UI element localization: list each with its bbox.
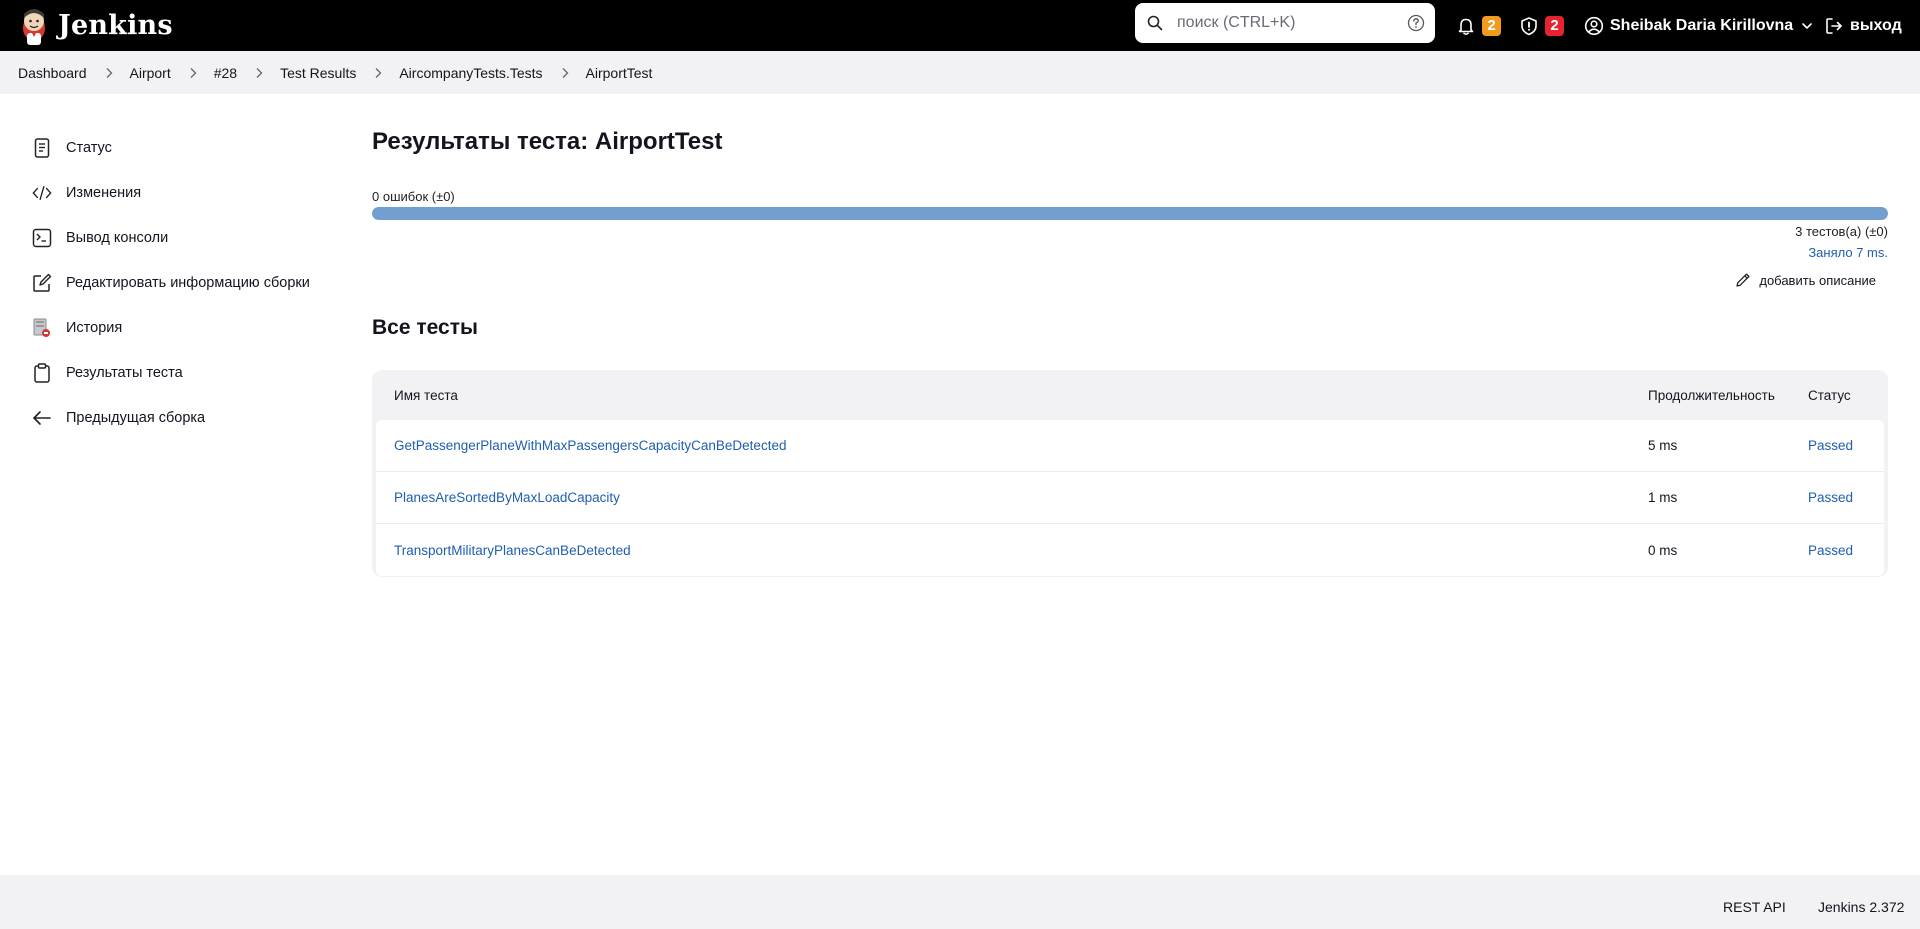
bell-icon xyxy=(1458,18,1474,35)
add-description-button[interactable]: добавить описание xyxy=(1735,272,1876,288)
test-name-link[interactable]: TransportMilitaryPlanesCanBeDetected xyxy=(394,543,631,558)
breadcrumb-dashboard[interactable]: Dashboard xyxy=(18,65,87,81)
notifications-badge: 2 xyxy=(1482,15,1501,36)
test-duration: 0 ms xyxy=(1648,542,1678,558)
chevron-right-icon xyxy=(375,67,382,78)
sidebar-item-label: Предыдущая сборка xyxy=(66,409,206,426)
chevron-right-icon xyxy=(256,67,263,78)
chevron-right-icon xyxy=(562,67,568,78)
sidebar-item-label: Результаты теста xyxy=(66,364,183,381)
logout-icon xyxy=(1826,17,1842,34)
logout-button[interactable]: выход xyxy=(1824,0,1902,51)
notifications-button[interactable]: 2 xyxy=(1456,0,1501,51)
test-progress-fill xyxy=(372,207,1888,220)
test-status-link[interactable]: Passed xyxy=(1808,543,1853,558)
help-icon[interactable] xyxy=(1407,14,1425,32)
sidebar-item-history[interactable]: История xyxy=(32,305,310,350)
all-tests-heading: Все тесты xyxy=(372,316,478,339)
failures-summary: 0 ошибок (±0) xyxy=(372,189,455,204)
page-title: Результаты теста: AirportTest xyxy=(372,128,723,155)
breadcrumb-test-results[interactable]: Test Results xyxy=(280,65,356,81)
tests-table: Имя теста Продолжительность Статус GetPa… xyxy=(372,370,1888,577)
sidebar-item-label: История xyxy=(66,319,123,336)
add-description-label: добавить описание xyxy=(1759,272,1876,288)
table-row: GetPassengerPlaneWithMaxPassengersCapaci… xyxy=(376,420,1884,472)
code-icon xyxy=(32,183,52,203)
search-icon xyxy=(1147,15,1163,31)
test-status-link[interactable]: Passed xyxy=(1808,490,1853,505)
user-icon xyxy=(1584,16,1604,35)
edit-icon xyxy=(32,273,52,293)
chevron-right-icon xyxy=(190,67,197,78)
table-row: TransportMilitaryPlanesCanBeDetected 0 m… xyxy=(376,524,1884,576)
test-duration: 1 ms xyxy=(1648,490,1678,505)
user-name: Sheibak Daria Kirillovna xyxy=(1610,16,1794,34)
test-duration: 5 ms xyxy=(1648,438,1678,453)
history-icon xyxy=(32,318,52,338)
user-menu[interactable]: Sheibak Daria Kirillovna xyxy=(1584,0,1813,51)
security-badge: 2 xyxy=(1545,15,1564,36)
terminal-icon xyxy=(32,228,52,248)
logout-label: выход xyxy=(1850,16,1902,34)
breadcrumb-class[interactable]: AirportTest xyxy=(586,65,653,81)
sidebar-item-label: Вывод консоли xyxy=(66,229,169,246)
breadcrumb: Dashboard Airport #28 Test Results Airco… xyxy=(0,51,1920,94)
sidebar-item-edit-build-info[interactable]: Редактировать информацию сборки xyxy=(32,260,310,305)
breadcrumb-airport[interactable]: Airport xyxy=(130,65,171,81)
rest-api-link[interactable]: REST API xyxy=(1723,899,1786,915)
header-duration[interactable]: Продолжительность xyxy=(1648,388,1775,403)
test-status-link[interactable]: Passed xyxy=(1808,438,1853,453)
sidebar-item-label: Изменения xyxy=(66,184,142,201)
arrow-left-icon xyxy=(32,408,52,428)
sidebar-item-previous-build[interactable]: Предыдущая сборка xyxy=(32,395,310,440)
test-name-link[interactable]: GetPassengerPlaneWithMaxPassengersCapaci… xyxy=(394,438,786,453)
table-row: PlanesAreSortedByMaxLoadCapacity 1 ms Pa… xyxy=(376,472,1884,524)
jenkins-logo-icon xyxy=(23,8,45,45)
chevron-right-icon xyxy=(106,67,112,78)
sidebar-item-label: Редактировать информацию сборки xyxy=(66,274,310,291)
test-name-link[interactable]: PlanesAreSortedByMaxLoadCapacity xyxy=(394,490,620,505)
sidebar-item-changes[interactable]: Изменения xyxy=(32,170,310,215)
footer: REST API Jenkins 2.372 xyxy=(0,875,1920,929)
header-status[interactable]: Статус xyxy=(1808,388,1851,403)
top-header: Jenkins 2 2 Sh xyxy=(0,0,1920,51)
sidebar-item-console[interactable]: Вывод консоли xyxy=(32,215,310,260)
security-button[interactable]: 2 xyxy=(1519,0,1564,51)
search-box[interactable] xyxy=(1135,3,1435,43)
chevron-down-icon xyxy=(1802,22,1812,29)
brand-name: Jenkins xyxy=(58,10,173,41)
jenkins-version-link[interactable]: Jenkins 2.372 xyxy=(1818,899,1904,915)
table-header: Имя теста Продолжительность Статус xyxy=(372,370,1888,420)
jenkins-home-link[interactable]: Jenkins xyxy=(18,0,173,51)
search-input[interactable] xyxy=(1177,14,1397,32)
shield-warning-icon xyxy=(1521,16,1537,35)
breadcrumb-build[interactable]: #28 xyxy=(214,65,237,81)
breadcrumb-package[interactable]: AircompanyTests.Tests xyxy=(399,65,542,81)
clipboard-icon xyxy=(32,362,52,383)
sidebar-item-test-results[interactable]: Результаты теста xyxy=(32,350,310,395)
tests-count: 3 тестов(а) (±0) xyxy=(1795,224,1888,239)
document-icon xyxy=(32,137,52,158)
header-test-name[interactable]: Имя теста xyxy=(394,388,458,403)
table-body: GetPassengerPlaneWithMaxPassengersCapaci… xyxy=(376,420,1884,576)
sidebar: Статус Изменения Вывод консоли Редактиро… xyxy=(32,125,310,440)
sidebar-item-status[interactable]: Статус xyxy=(32,125,310,170)
test-progress-bar xyxy=(372,207,1888,220)
pencil-icon xyxy=(1736,273,1750,287)
sidebar-item-label: Статус xyxy=(66,139,112,156)
duration-link[interactable]: Заняло 7 ms. xyxy=(1808,245,1888,260)
